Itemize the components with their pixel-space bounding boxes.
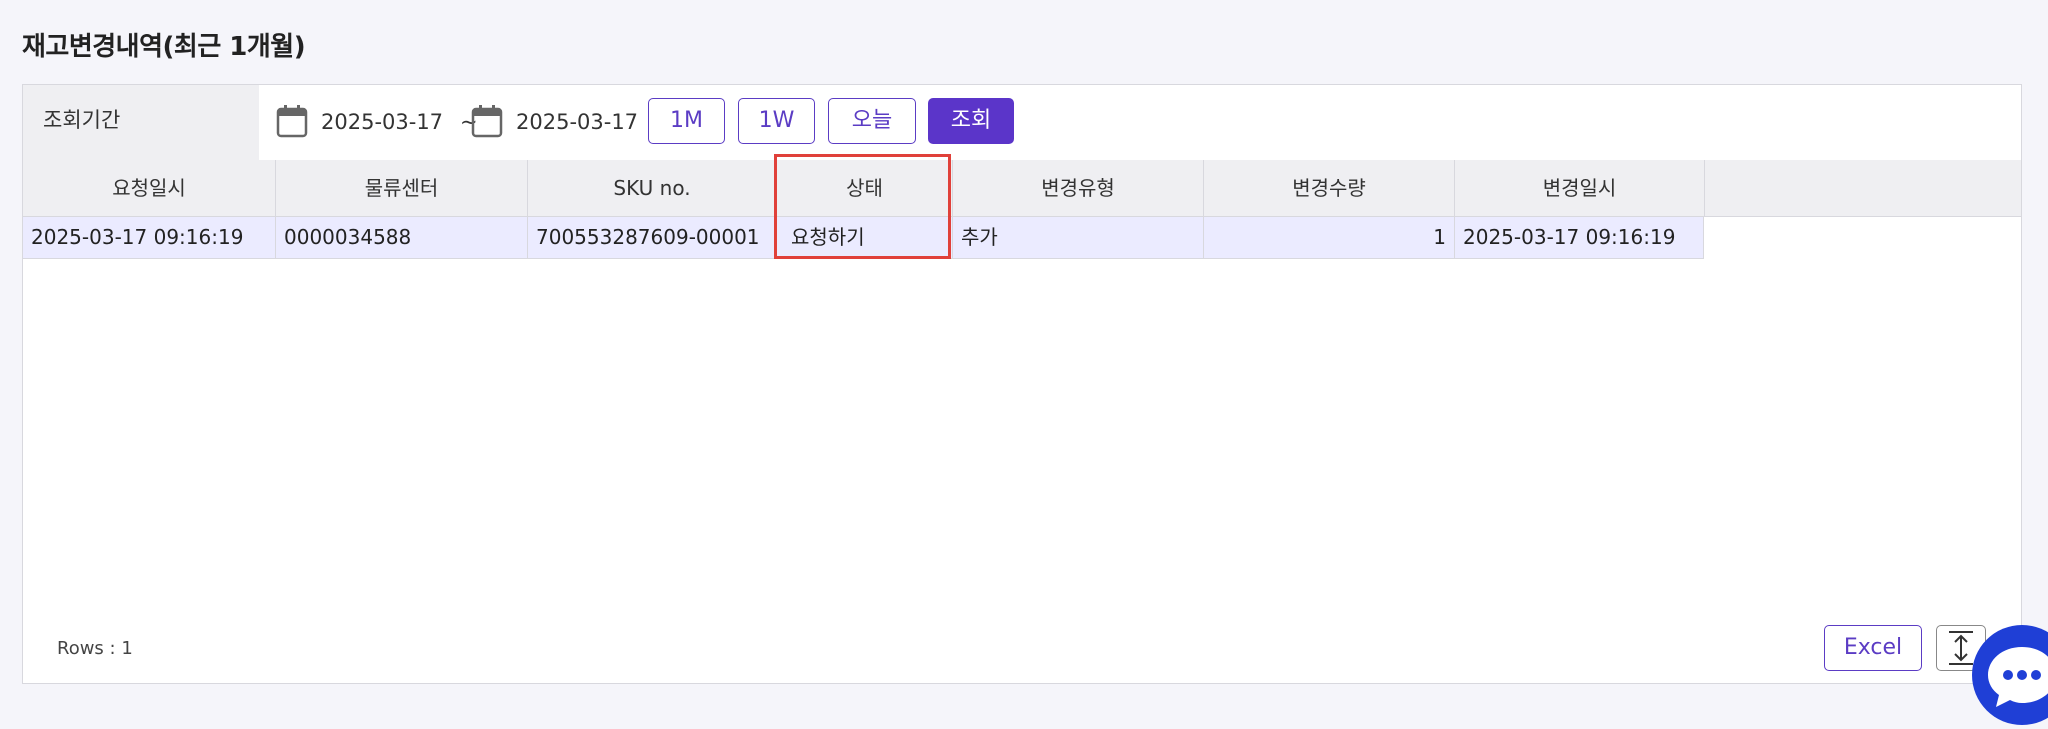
grid-header: 요청일시 물류센터 SKU no. 상태 변경유형 변경수량 변경일시 — [23, 160, 2021, 217]
chat-button[interactable] — [1972, 625, 2048, 725]
excel-export-button[interactable]: Excel — [1824, 625, 1922, 671]
cell-change-quantity: 1 — [1204, 217, 1455, 258]
cell-request-datetime: 2025-03-17 09:16:19 — [23, 217, 276, 258]
calendar-icon[interactable] — [276, 104, 308, 138]
cell-sku-no: 700553287609-00001 — [528, 217, 777, 258]
cell-logistics-center: 0000034588 — [276, 217, 528, 258]
column-header-change-type[interactable]: 변경유형 — [953, 160, 1204, 216]
cell-change-type: 추가 — [953, 217, 1204, 258]
filter-bar: 조회기간 2025-03-17 ~ 2025-03-17 1M 1W 오늘 조회 — [23, 85, 2021, 161]
page-title: 재고변경내역(최근 1개월) — [22, 32, 306, 62]
cell-change-datetime: 2025-03-17 09:16:19 — [1455, 217, 1704, 258]
one-week-button[interactable]: 1W — [738, 98, 815, 144]
chat-icon — [1988, 647, 2048, 707]
rows-count: Rows : 1 — [57, 638, 133, 659]
today-button[interactable]: 오늘 — [828, 98, 916, 144]
inventory-change-panel: 조회기간 2025-03-17 ~ 2025-03-17 1M 1W 오늘 조회… — [22, 84, 2022, 684]
period-label: 조회기간 — [23, 85, 259, 160]
column-header-change-datetime[interactable]: 변경일시 — [1455, 160, 1705, 216]
start-date-input[interactable]: 2025-03-17 — [321, 107, 443, 137]
status-highlight-box — [774, 154, 951, 259]
column-header-change-quantity[interactable]: 변경수량 — [1204, 160, 1455, 216]
column-header-logistics-center[interactable]: 물류센터 — [276, 160, 528, 216]
end-date-input[interactable]: 2025-03-17 — [516, 107, 638, 137]
search-button[interactable]: 조회 — [928, 98, 1014, 144]
one-month-button[interactable]: 1M — [648, 98, 725, 144]
column-header-request-datetime[interactable]: 요청일시 — [23, 160, 276, 216]
calendar-icon[interactable] — [471, 104, 503, 138]
column-header-sku-no[interactable]: SKU no. — [528, 160, 777, 216]
